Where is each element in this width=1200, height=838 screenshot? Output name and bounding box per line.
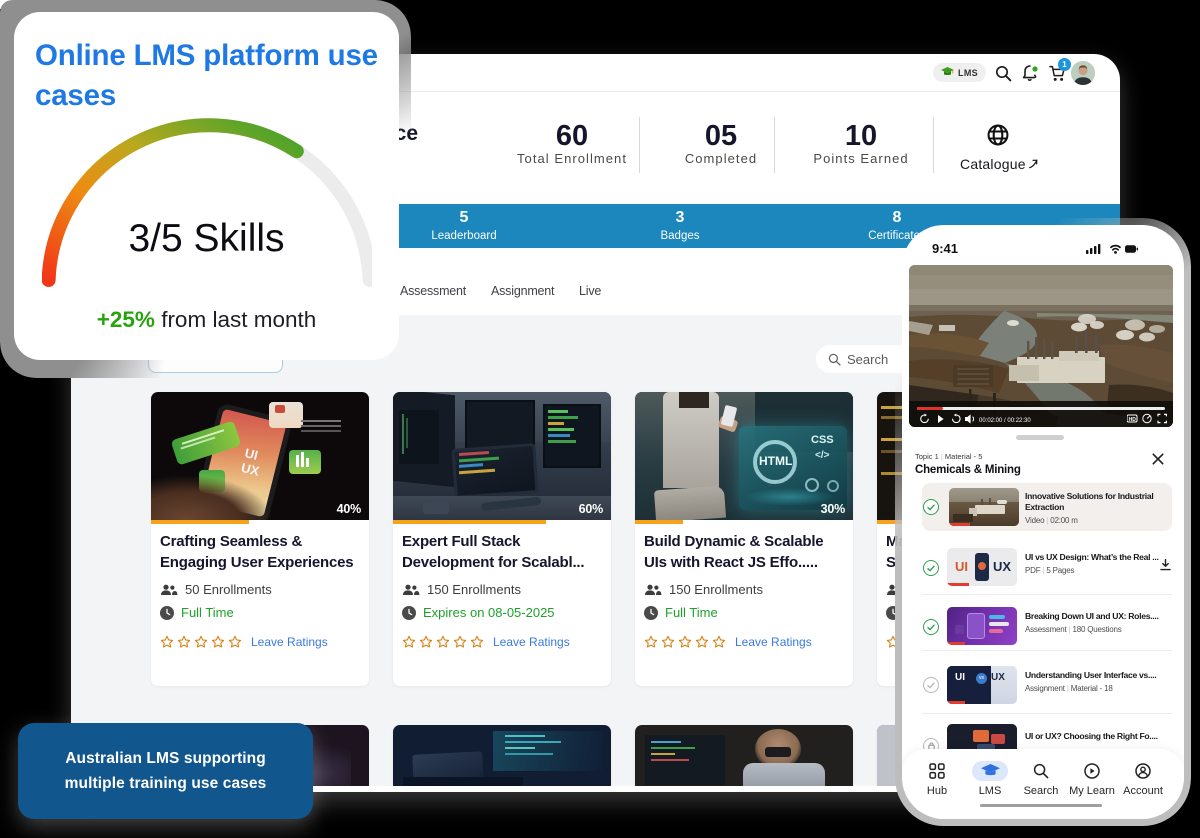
svg-text:HD: HD [1129, 417, 1137, 423]
svg-text:00:02:00 / 00:22:30: 00:02:00 / 00:22:30 [979, 418, 1031, 424]
